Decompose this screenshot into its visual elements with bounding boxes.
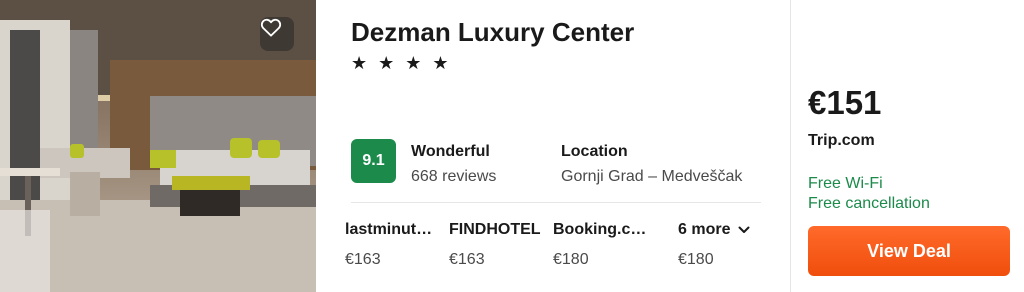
- view-deal-button[interactable]: View Deal: [808, 226, 1010, 276]
- deal-provider: FINDHOTEL: [449, 221, 541, 238]
- column-divider: [790, 0, 791, 292]
- hotel-name[interactable]: Dezman Luxury Center: [351, 17, 634, 48]
- more-deals-button[interactable]: 6 more €180: [678, 221, 750, 269]
- deal-provider: Booking.c…: [553, 221, 647, 238]
- deal-option-booking[interactable]: Booking.c… €180: [553, 221, 646, 269]
- best-price[interactable]: €151: [808, 84, 881, 122]
- chevron-down-icon: [738, 226, 750, 233]
- deal-price: €163: [345, 251, 381, 268]
- more-deals-label: 6 more: [678, 221, 731, 238]
- location-label: Location: [561, 143, 628, 160]
- review-score-badge[interactable]: 9.1: [351, 139, 396, 183]
- best-price-provider: Trip.com: [808, 132, 875, 149]
- deal-price: €180: [553, 251, 589, 268]
- divider: [351, 202, 761, 203]
- deal-provider: lastminut…: [345, 221, 433, 238]
- deal-price: €180: [678, 251, 714, 268]
- hotel-photo[interactable]: [0, 0, 316, 292]
- deal-option-findhotel[interactable]: FINDHOTEL €163: [449, 221, 541, 269]
- rating-label: Wonderful: [411, 143, 490, 160]
- heart-icon: [260, 18, 282, 37]
- star-rating: ★ ★ ★ ★: [351, 53, 452, 73]
- deal-price: €163: [449, 251, 485, 268]
- favorite-button[interactable]: [260, 17, 294, 51]
- amenity-free-wifi: Free Wi-Fi: [808, 175, 883, 192]
- hotel-result-card[interactable]: Dezman Luxury Center ★ ★ ★ ★ 9.1 Wonderf…: [0, 0, 1024, 292]
- review-count[interactable]: 668 reviews: [411, 168, 496, 186]
- deal-option-lastminute[interactable]: lastminut… €163: [345, 221, 432, 269]
- amenity-free-cancellation: Free cancellation: [808, 195, 930, 212]
- location-value[interactable]: Gornji Grad – Medveščak: [561, 168, 742, 186]
